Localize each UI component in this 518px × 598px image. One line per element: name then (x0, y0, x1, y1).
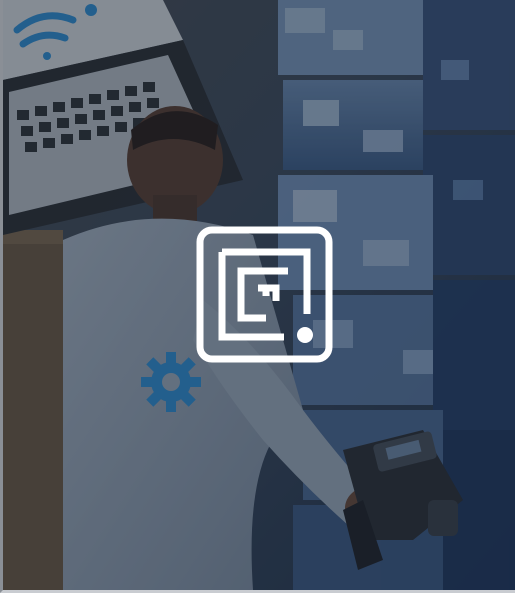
hero-card[interactable] (0, 0, 515, 593)
scan-frame-logo-icon (196, 226, 333, 363)
